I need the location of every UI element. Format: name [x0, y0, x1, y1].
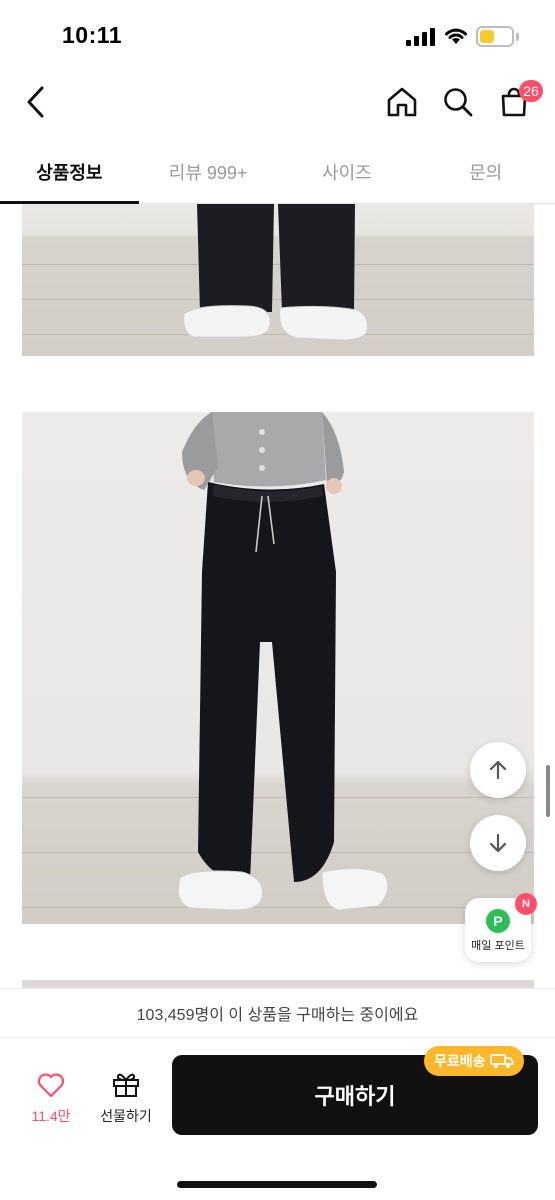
new-badge: N [515, 893, 537, 915]
like-button[interactable]: 11.4만 [22, 1068, 80, 1128]
free-shipping-badge: 무료배송 [424, 1046, 524, 1076]
battery-icon [476, 26, 514, 47]
product-tabs: 상품정보 리뷰 999+ 사이즈 문의 [0, 140, 555, 204]
arrow-up-icon [489, 760, 507, 780]
search-button[interactable] [436, 78, 480, 126]
model-wearing-pants-image [177, 412, 389, 911]
top-nav-bar [0, 70, 555, 136]
points-icon: P [486, 909, 510, 933]
tab-inquiry[interactable]: 문의 [416, 140, 555, 203]
arrow-down-icon [489, 833, 507, 853]
home-indicator[interactable] [177, 1181, 377, 1188]
pants-legs-image [183, 204, 368, 341]
wifi-icon [445, 28, 467, 44]
home-button[interactable] [380, 78, 424, 126]
gift-button[interactable]: 선물하기 [92, 1068, 160, 1128]
status-bar: 10:11 [0, 0, 555, 70]
signal-icon [406, 28, 436, 46]
like-count: 11.4만 [31, 1108, 71, 1124]
back-icon [27, 86, 44, 118]
tab-size[interactable]: 사이즈 [278, 140, 417, 203]
scrollbar[interactable] [546, 765, 550, 817]
search-icon [444, 88, 473, 117]
product-photo-2 [22, 412, 534, 924]
cart-count-badge: 26 [519, 80, 543, 102]
gift-label: 선물하기 [100, 1108, 152, 1124]
scroll-up-button[interactable] [470, 742, 526, 798]
back-button[interactable] [14, 78, 58, 126]
heart-icon [37, 1073, 65, 1098]
tab-product-info[interactable]: 상품정보 [0, 140, 139, 204]
scroll-down-button[interactable] [470, 815, 526, 871]
product-detail-page: 10:11 26 상품정보 리뷰 999+ 사이즈 문의 P 매일 포인트 N … [0, 0, 555, 1200]
buyers-count-notice: 103,459명이 이 상품을 구매하는 중이에요 [0, 988, 555, 1038]
daily-points-label: 매일 포인트 [471, 940, 525, 952]
status-time: 10:11 [62, 22, 123, 48]
gift-icon [113, 1073, 139, 1097]
product-photo-1 [22, 204, 534, 356]
home-icon [387, 87, 417, 117]
tab-reviews[interactable]: 리뷰 999+ [139, 140, 278, 203]
truck-icon [489, 1054, 514, 1068]
free-shipping-label: 무료배송 [434, 1053, 486, 1069]
